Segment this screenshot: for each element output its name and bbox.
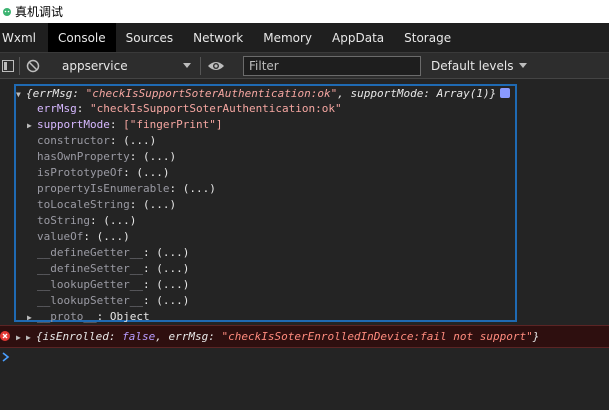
devtools-tab-bar: Wxml Console Sources Network Memory AppD…: [0, 23, 609, 53]
show-sidebar-button[interactable]: [2, 53, 14, 79]
console-prompt[interactable]: [0, 349, 11, 365]
collapse-arrow-icon[interactable]: ▼: [16, 87, 26, 103]
object-property[interactable]: toLocaleString: (...): [37, 197, 176, 213]
wechat-devtools-icon: [2, 7, 12, 17]
console-toolbar: appservice Filter Default levels: [0, 53, 609, 79]
log-levels-label: Default levels: [431, 59, 514, 73]
error-object-summary[interactable]: ▶ ▶ {isEnrolled: false, errMsg: "checkIsSo…: [16, 329, 539, 345]
tab-appdata[interactable]: AppData: [322, 23, 394, 52]
clear-console-button[interactable]: [26, 53, 40, 79]
object-property[interactable]: valueOf: (...): [37, 229, 130, 245]
tab-storage[interactable]: Storage: [394, 23, 461, 52]
object-property[interactable]: constructor: (...): [37, 133, 156, 149]
toolbar-divider: [200, 57, 201, 75]
object-property[interactable]: hasOwnProperty: (...): [37, 149, 176, 165]
filter-input[interactable]: Filter: [243, 56, 421, 76]
object-property[interactable]: propertyIsEnumerable: (...): [37, 181, 216, 197]
block-icon: [26, 59, 40, 73]
console-error-row: ▶ ▶ {isEnrolled: false, errMsg: "checkIsSo…: [0, 325, 609, 348]
toolbar-divider: [19, 57, 20, 75]
expand-arrow-icon[interactable]: ▶: [16, 330, 26, 346]
object-property[interactable]: isPrototypeOf: (...): [37, 165, 169, 181]
object-property[interactable]: __defineGetter__: (...): [37, 245, 189, 261]
caret-down-icon: [519, 63, 528, 68]
console-output: ▼ {errMsg: "checkIsSupportSoterAuthentica…: [0, 79, 609, 410]
object-property[interactable]: __lookupSetter__: (...): [37, 293, 189, 309]
tab-wxml[interactable]: Wxml: [0, 23, 48, 52]
object-property[interactable]: __lookupGetter__: (...): [37, 277, 189, 293]
expand-arrow-icon[interactable]: ▶: [27, 310, 37, 326]
expand-arrow-icon[interactable]: ▶: [26, 330, 36, 346]
tab-memory[interactable]: Memory: [253, 23, 322, 52]
context-select[interactable]: appservice: [55, 53, 195, 79]
object-property: errMsg: "checkIsSupportSoterAuthenticati…: [37, 102, 342, 115]
eye-icon: [208, 62, 224, 70]
context-select-value: appservice: [62, 59, 128, 73]
sidebar-icon: [2, 60, 14, 72]
window-title: 真机调试: [15, 5, 64, 19]
title-bar: 真机调试: [0, 0, 609, 23]
error-icon: [0, 331, 10, 341]
object-property[interactable]: toString: (...): [37, 213, 136, 229]
info-icon[interactable]: [500, 88, 511, 98]
expand-arrow-icon[interactable]: ▶: [27, 118, 37, 134]
object-summary-line[interactable]: ▼ {errMsg: "checkIsSupportSoterAuthentica…: [16, 86, 511, 103]
object-property[interactable]: ▶ __proto__: Object: [27, 309, 150, 325]
tab-console[interactable]: Console: [48, 23, 116, 52]
expanded-object: ▼ {errMsg: "checkIsSupportSoterAuthentica…: [14, 84, 517, 325]
live-expression-button[interactable]: [207, 53, 225, 79]
caret-down-icon: [183, 63, 191, 68]
tab-sources[interactable]: Sources: [116, 23, 183, 52]
object-property[interactable]: ▶ supportMode: ["fingerPrint"]: [27, 117, 222, 133]
object-property[interactable]: __defineSetter__: (...): [37, 261, 189, 277]
tab-network[interactable]: Network: [183, 23, 253, 52]
prompt-chevron-icon: [2, 352, 10, 362]
log-levels-dropdown[interactable]: Default levels: [431, 53, 528, 79]
